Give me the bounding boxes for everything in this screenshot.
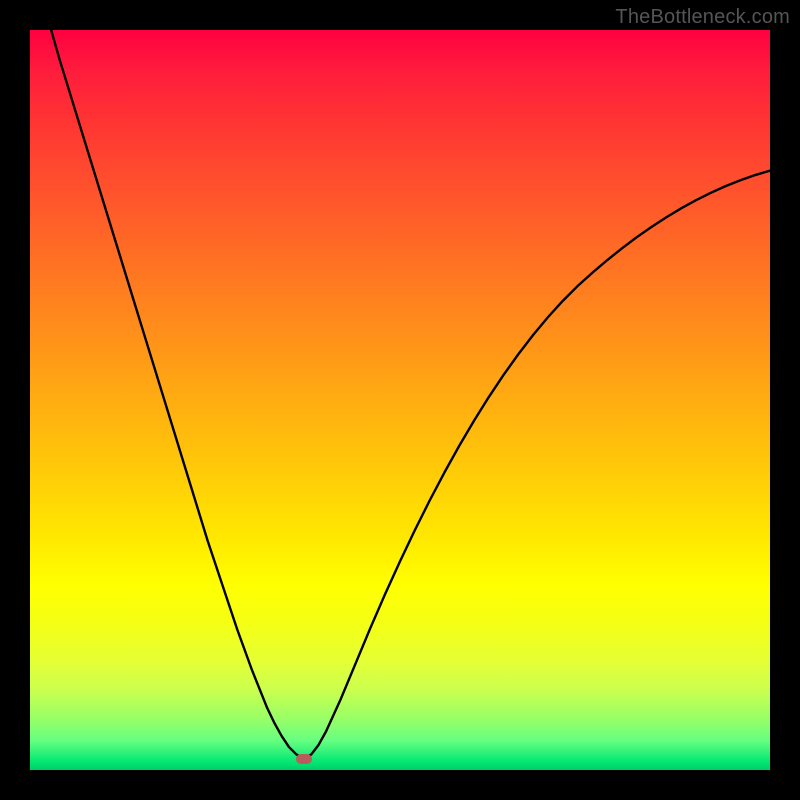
watermark-text: TheBottleneck.com xyxy=(615,6,790,29)
chart-container: TheBottleneck.com xyxy=(0,0,800,800)
optimum-marker xyxy=(296,754,312,764)
plot-area xyxy=(30,30,770,770)
